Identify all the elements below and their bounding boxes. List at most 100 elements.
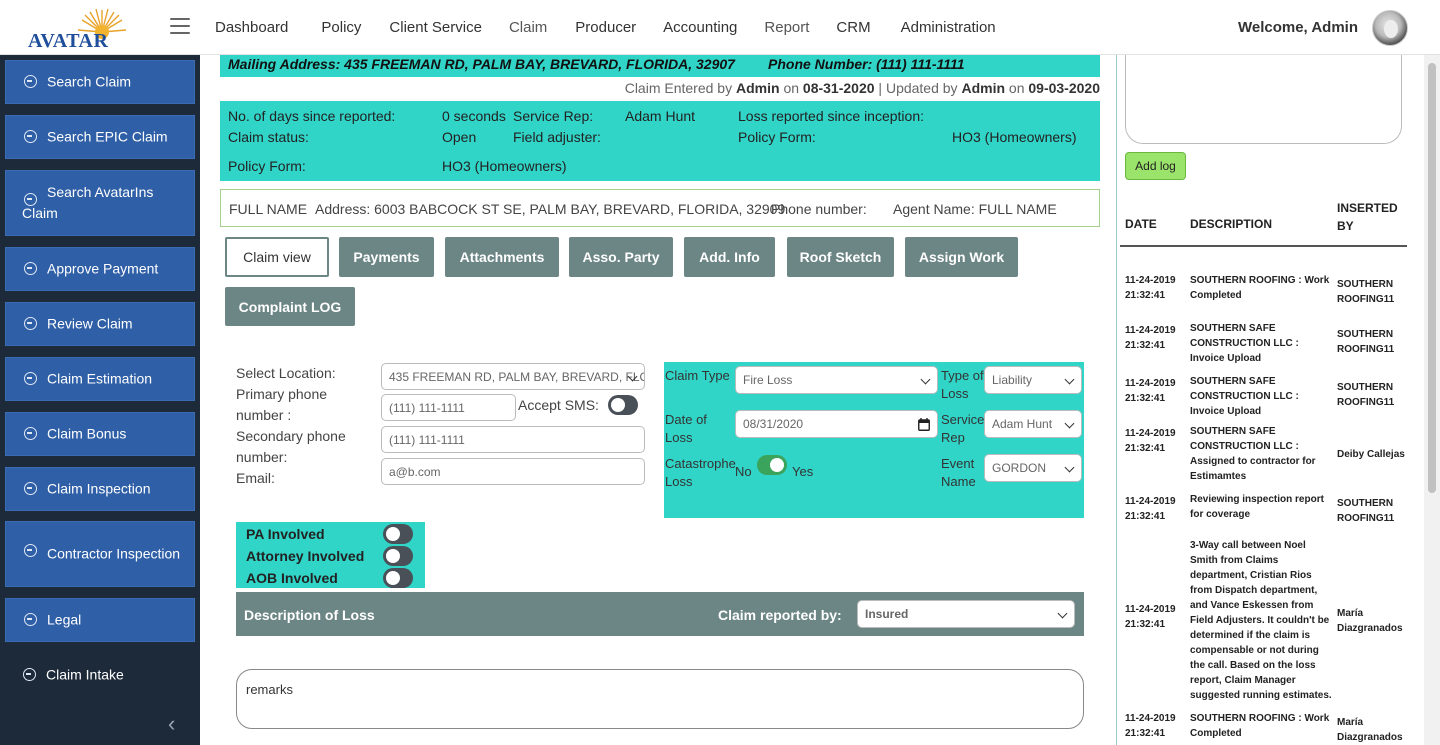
sidebar-item-legal[interactable]: Legal xyxy=(5,598,195,642)
event-name-select[interactable]: GORDON xyxy=(984,454,1082,482)
remarks-textarea[interactable]: remarks xyxy=(236,669,1084,729)
on-text: on xyxy=(783,80,800,96)
description-of-loss-title: Description of Loss xyxy=(244,607,375,623)
page-scrollbar[interactable] xyxy=(1424,55,1440,745)
aob-involved-toggle[interactable] xyxy=(383,568,413,588)
primary-phone-input[interactable]: (111) 111-1111 xyxy=(381,394,516,421)
days-label: No. of days since reported: xyxy=(228,108,396,124)
insured-address: Address: 6003 BABCOCK ST SE, PALM BAY, B… xyxy=(315,201,786,217)
log-date: 11-24-2019 21:32:41 xyxy=(1125,275,1176,301)
claim-type-select[interactable]: Fire Loss xyxy=(735,366,938,394)
tab-attachments[interactable]: Attachments xyxy=(445,237,559,277)
sidebar-item-claim-estimation[interactable]: Claim Estimation xyxy=(5,357,195,401)
phone-number: Phone Number: (111) 111-1111 xyxy=(768,56,965,72)
claim-type-label: Claim Type xyxy=(665,368,730,383)
sidebar-item-review-claim[interactable]: Review Claim xyxy=(5,302,195,346)
log-date: 11-24-2019 21:32:41 xyxy=(1125,325,1176,351)
sidebar-item-label: Search AvatarIns Claim xyxy=(22,184,154,221)
nav-policy[interactable]: Policy xyxy=(321,19,361,36)
updated-date: 09-03-2020 xyxy=(1028,80,1100,96)
entered-by: Admin xyxy=(735,80,780,96)
secondary-phone-input[interactable]: (111) 111-1111 xyxy=(381,426,645,453)
arrow-circle-icon xyxy=(24,482,37,495)
field-adjuster-label: Field adjuster: xyxy=(513,129,601,145)
calendar-icon[interactable] xyxy=(918,418,930,431)
attorney-involved-toggle[interactable] xyxy=(383,546,413,566)
tab-assign-work[interactable]: Assign Work xyxy=(905,237,1018,277)
log-header-date: DATE xyxy=(1125,217,1157,231)
catastrophe-toggle[interactable] xyxy=(757,455,787,475)
pa-involved-toggle[interactable] xyxy=(383,524,413,544)
arrow-circle-icon xyxy=(24,427,37,440)
log-date: 11-24-2019 21:32:41 xyxy=(1125,428,1176,454)
sidebar-item-approve-payment[interactable]: Approve Payment xyxy=(5,247,195,291)
attorney-involved-label: Attorney Involved xyxy=(246,548,365,564)
tab-payments[interactable]: Payments xyxy=(339,237,434,277)
arrow-circle-icon xyxy=(24,130,37,143)
updated-by: Admin xyxy=(961,80,1006,96)
log-description: SOUTHERN SAFE CONSTRUCTION LLC : Assigne… xyxy=(1190,426,1316,482)
status-label: Claim status: xyxy=(228,129,309,145)
avatar[interactable] xyxy=(1372,10,1408,46)
location-select[interactable]: 435 FREEMAN RD, PALM BAY, BREVARD, FLORI… xyxy=(381,363,645,390)
nav-accounting[interactable]: Accounting xyxy=(663,19,737,36)
nav-administration[interactable]: Administration xyxy=(901,19,996,36)
sidebar-item-label: Search Claim xyxy=(47,73,132,90)
log-textarea[interactable] xyxy=(1125,55,1402,144)
nav-claim[interactable]: Claim xyxy=(509,19,547,36)
chevron-left-icon[interactable]: ‹ xyxy=(168,711,175,737)
claim-reported-by-select[interactable]: Insured xyxy=(857,600,1075,628)
log-inserted-by: SOUTHERN ROOFING11 xyxy=(1337,382,1395,408)
hamburger-menu-icon[interactable] xyxy=(170,18,190,34)
log-header-description: DESCRIPTION xyxy=(1190,217,1273,231)
sidebar-item-contractor-inspection[interactable]: Contractor Inspection xyxy=(5,521,195,587)
log-description: SOUTHERN ROOFING : Work Completed xyxy=(1190,275,1330,301)
sidebar-item-search-avatarins-claim[interactable]: Search AvatarIns Claim xyxy=(5,170,195,236)
scroll-thumb[interactable] xyxy=(1428,63,1436,493)
insured-phone: Phone number: xyxy=(771,201,867,217)
nav-crm[interactable]: CRM xyxy=(836,19,870,36)
claim-details-box: Claim Type Fire Loss Type of Loss Liabil… xyxy=(664,362,1084,518)
nav-client-service[interactable]: Client Service xyxy=(389,19,482,36)
description-of-loss-bar: Description of Loss Claim reported by: I… xyxy=(236,592,1084,636)
claim-info-box: No. of days since reported: 0 seconds Se… xyxy=(220,101,1100,181)
tab-claim-view[interactable]: Claim view xyxy=(225,237,329,277)
sidebar-item-claim-intake[interactable]: Claim Intake xyxy=(5,653,195,697)
sidebar-item-search-claim[interactable]: Search Claim xyxy=(5,60,195,104)
log-inserted-by: SOUTHERN ROOFING11 xyxy=(1337,329,1395,355)
log-panel: Add log DATE DESCRIPTION INSERTED BY 11-… xyxy=(1116,55,1424,745)
sidebar-item-label: Claim Intake xyxy=(46,666,124,683)
sidebar-item-label: Contractor Inspection xyxy=(47,545,181,562)
log-date: 11-24-2019 21:32:41 xyxy=(1125,713,1176,739)
service-rep-select[interactable]: Adam Hunt xyxy=(984,410,1082,438)
arrow-circle-icon xyxy=(24,372,37,385)
nav-producer[interactable]: Producer xyxy=(575,19,636,36)
arrow-circle-icon xyxy=(23,668,36,681)
add-log-button[interactable]: Add log xyxy=(1125,152,1186,180)
email-input[interactable]: a@b.com xyxy=(381,458,645,485)
sidebar-item-claim-inspection[interactable]: Claim Inspection xyxy=(5,467,195,511)
type-of-loss-select[interactable]: Liability xyxy=(984,366,1082,394)
sidebar-item-claim-bonus[interactable]: Claim Bonus xyxy=(5,412,195,456)
date-of-loss-input[interactable]: 08/31/2020 xyxy=(735,410,938,438)
log-description: Reviewing inspection report for coverage xyxy=(1190,494,1324,520)
log-inserted-by: SOUTHERN ROOFING11 xyxy=(1337,498,1395,524)
main-content: Mailing Address: 435 FREEMAN RD, PALM BA… xyxy=(200,55,1108,745)
sidebar-item-search-epic-claim[interactable]: Search EPIC Claim xyxy=(5,115,195,159)
nav-dashboard[interactable]: Dashboard xyxy=(215,19,288,36)
nav-report[interactable]: Report xyxy=(764,19,809,36)
sidebar-item-label: Legal xyxy=(47,611,82,628)
avatar-logo[interactable]: AVATAR xyxy=(26,8,136,52)
log-description: SOUTHERN SAFE CONSTRUCTION LLC : Invoice… xyxy=(1190,323,1299,364)
arrow-circle-icon xyxy=(24,613,37,626)
accept-sms-toggle[interactable] xyxy=(608,395,638,415)
service-rep-label: Service Rep: xyxy=(513,108,594,124)
claim-reported-by-label: Claim reported by: xyxy=(718,607,842,623)
tab-roof-sketch[interactable]: Roof Sketch xyxy=(787,237,894,277)
tab-add-info[interactable]: Add. Info xyxy=(684,237,775,277)
tab-asso-party[interactable]: Asso. Party xyxy=(569,237,673,277)
tab-complaint-log[interactable]: Complaint LOG xyxy=(225,287,355,326)
top-navbar: AVATAR Dashboard Policy Client Service C… xyxy=(0,0,1440,55)
type-of-loss-label: Type of Loss xyxy=(941,368,984,401)
entered-prefix: Claim Entered by xyxy=(624,80,733,96)
